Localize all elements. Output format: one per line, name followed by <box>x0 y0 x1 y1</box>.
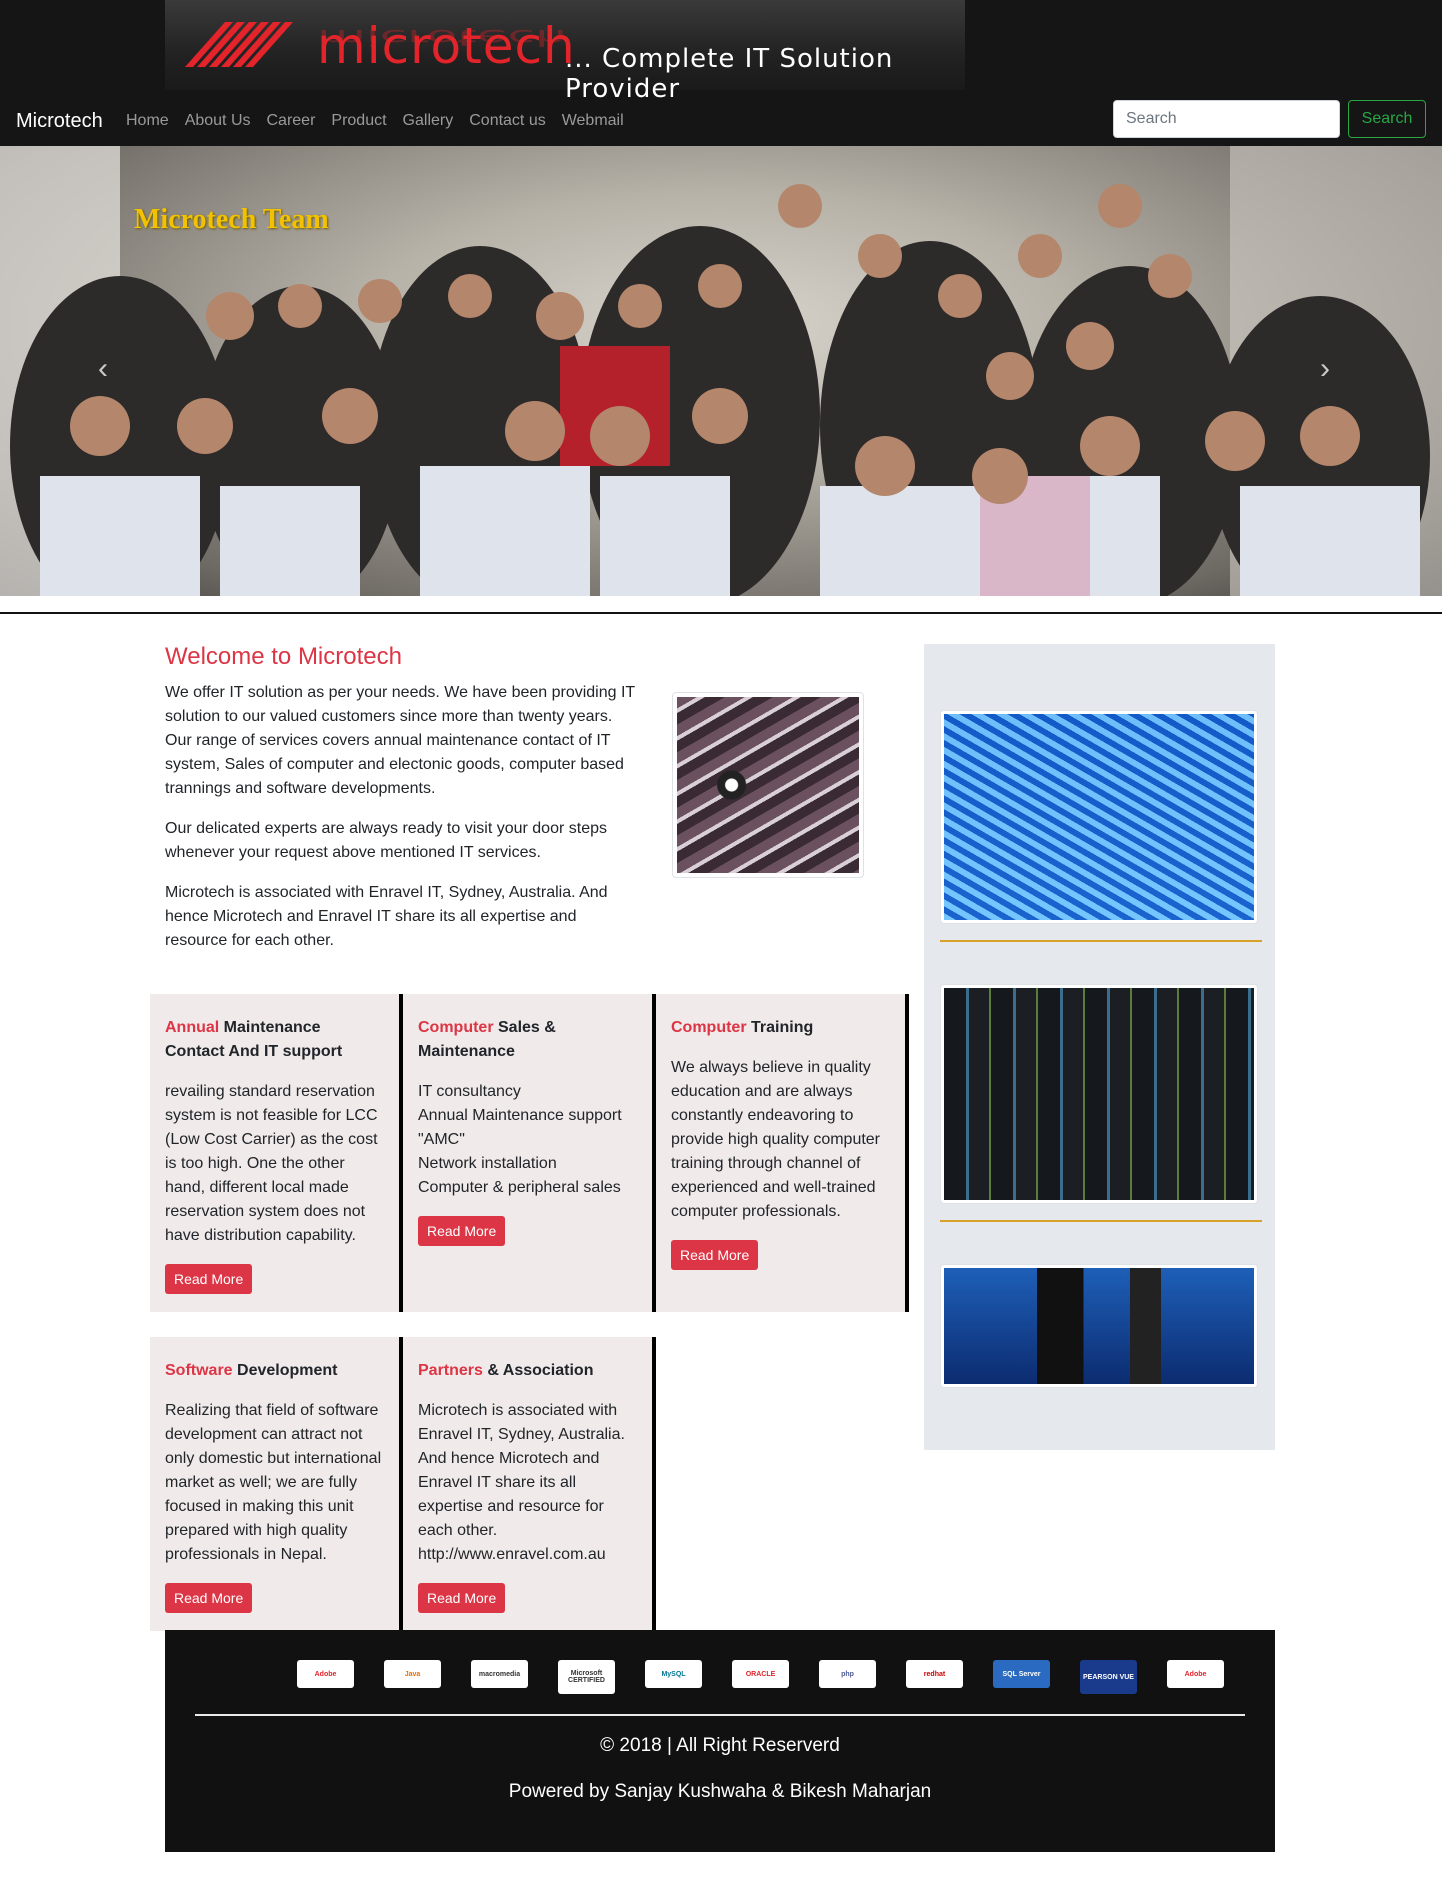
read-more-button[interactable]: Read More <box>671 1240 759 1270</box>
service-card-annual: Annual Maintenance Contact And IT suppor… <box>150 994 403 1312</box>
welcome-paragraph: We offer IT solution as per your needs. … <box>165 684 635 797</box>
card-body: We always believe in quality education a… <box>671 1059 881 1220</box>
read-more-button[interactable]: Read More <box>165 1583 253 1613</box>
partner-logo: php <box>819 1660 876 1688</box>
nav-contact-us[interactable]: Contact us <box>461 108 553 134</box>
top-banner: microtech microtech ... Complete IT Solu… <box>0 0 1442 104</box>
partner-logo: Adobe <box>1167 1660 1224 1688</box>
carousel-caption: Microtech Team <box>134 204 329 235</box>
card-title: Computer Training <box>671 1019 814 1036</box>
nav-gallery[interactable]: Gallery <box>395 108 462 134</box>
sidebar <box>924 644 1275 1450</box>
nav-product[interactable]: Product <box>323 108 394 134</box>
nav-webmail[interactable]: Webmail <box>554 108 632 134</box>
carousel-next-icon[interactable]: › <box>1320 352 1330 386</box>
service-card-partners: Partners & Association Microtech is asso… <box>403 1337 656 1631</box>
read-more-button[interactable]: Read More <box>165 1264 253 1294</box>
card-body: IT consultancy Annual Maintenance suppor… <box>418 1080 637 1200</box>
hero-carousel: Microtech Team ‹ › <box>0 146 1442 596</box>
section-divider <box>0 612 1442 614</box>
read-more-button[interactable]: Read More <box>418 1583 506 1613</box>
logo-tagline: ... Complete IT Solution Provider <box>565 44 894 104</box>
service-line: Computer & peripheral sales <box>418 1179 621 1196</box>
partner-logo: SQL Server <box>993 1660 1050 1688</box>
powered-by-text: Powered by Sanjay Kushwaha & Bikesh Maha… <box>508 1781 932 1802</box>
service-line: Network installation <box>418 1155 557 1172</box>
welcome-paragraph: Microtech is associated with Enravel IT,… <box>165 884 608 949</box>
card-title: Software Development <box>165 1362 338 1379</box>
partner-logo: Java <box>384 1660 441 1688</box>
welcome-image <box>672 692 864 878</box>
partner-logo: Adobe <box>297 1660 354 1688</box>
sidebar-separator <box>940 1220 1262 1222</box>
computer-products-image <box>940 1264 1258 1388</box>
search-input[interactable] <box>1113 100 1340 138</box>
carousel-prev-icon[interactable]: ‹ <box>98 352 108 386</box>
partner-logo: ORACLE <box>732 1660 789 1688</box>
service-card-training: Computer Training We always believe in q… <box>656 994 909 1312</box>
footer: Adobe Java macromedia Microsoft CERTIFIE… <box>165 1630 1275 1852</box>
server-racks-image <box>940 984 1258 1204</box>
nav-about-us[interactable]: About Us <box>177 108 259 134</box>
welcome-text: We offer IT solution as per your needs. … <box>165 681 640 969</box>
search-button[interactable]: Search <box>1348 100 1426 138</box>
partner-logo: Microsoft CERTIFIED <box>558 1660 615 1694</box>
card-body: Microtech is associated with Enravel IT,… <box>418 1402 625 1563</box>
card-body: Realizing that field of software develop… <box>165 1402 382 1563</box>
welcome-title: Welcome to Microtech <box>165 643 402 670</box>
navbar: Microtech Home About Us Career Product G… <box>0 98 1442 146</box>
partner-logo: MySQL <box>645 1660 702 1688</box>
card-body: revailing standard reservation system is… <box>165 1083 378 1244</box>
welcome-paragraph: Our delicated experts are always ready t… <box>165 820 607 861</box>
navbar-brand[interactable]: Microtech <box>16 106 103 136</box>
read-more-button[interactable]: Read More <box>418 1216 506 1246</box>
partner-logos: Adobe Java macromedia Microsoft CERTIFIE… <box>297 1660 1254 1694</box>
card-title: Annual Maintenance Contact And IT suppor… <box>165 1019 343 1060</box>
logo-stripes-icon <box>185 22 293 67</box>
nav-career[interactable]: Career <box>259 108 324 134</box>
partner-logo: macromedia <box>471 1660 528 1688</box>
service-card-software: Software Development Realizing that fiel… <box>150 1337 403 1631</box>
footer-divider <box>195 1714 1245 1716</box>
partner-logo: PEARSON VUE <box>1080 1660 1137 1694</box>
nav-home[interactable]: Home <box>118 108 177 134</box>
sidebar-separator <box>940 940 1262 942</box>
network-cables-image <box>940 710 1258 924</box>
service-card-sales: Computer Sales & Maintenance IT consulta… <box>403 994 656 1312</box>
card-title: Computer Sales & Maintenance <box>418 1019 556 1060</box>
partner-logo: redhat <box>906 1660 963 1688</box>
logo-banner: microtech microtech ... Complete IT Solu… <box>165 0 965 104</box>
service-line: Annual Maintenance support "AMC" <box>418 1107 622 1148</box>
service-line: IT consultancy <box>418 1083 521 1100</box>
logo-reflection: microtech <box>317 24 567 51</box>
card-title: Partners & Association <box>418 1362 594 1379</box>
nav-links: Home About Us Career Product Gallery Con… <box>118 108 632 134</box>
copyright-text: © 2018 | All Right Reserverd <box>600 1735 840 1756</box>
